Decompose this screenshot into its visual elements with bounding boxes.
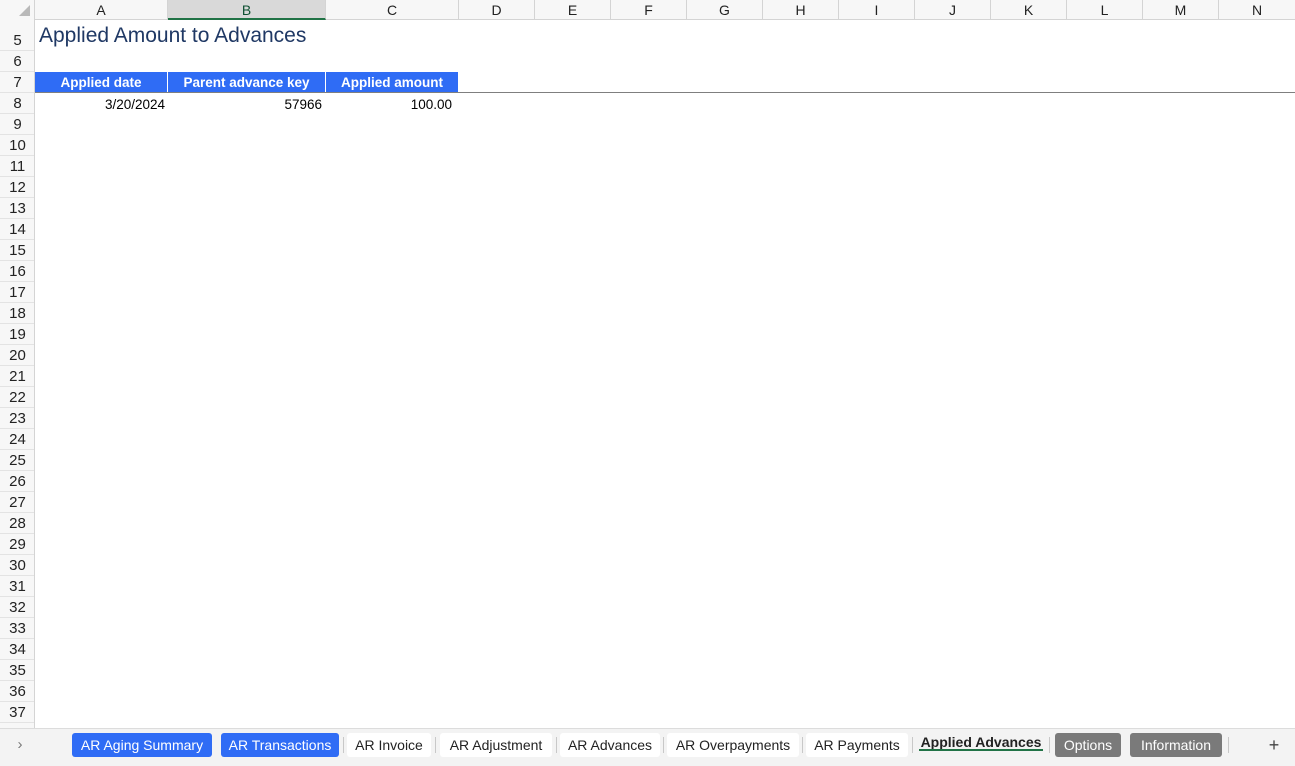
row-header[interactable]: 27: [0, 492, 34, 513]
tab-applied-advances[interactable]: Applied Advances: [917, 730, 1045, 754]
column-header-l[interactable]: L: [1067, 0, 1143, 20]
row-header[interactable]: 18: [0, 303, 34, 324]
column-header-k[interactable]: K: [991, 0, 1067, 20]
row-header[interactable]: 25: [0, 450, 34, 471]
row-header[interactable]: 26: [0, 471, 34, 492]
tab-ar-adjustment[interactable]: AR Adjustment: [440, 733, 552, 757]
column-header-a[interactable]: A: [35, 0, 168, 20]
row-header[interactable]: 35: [0, 660, 34, 681]
row-header[interactable]: 14: [0, 219, 34, 240]
tab-ar-invoice[interactable]: AR Invoice: [347, 733, 431, 757]
tab-options[interactable]: Options: [1055, 733, 1121, 757]
row-header[interactable]: 30: [0, 555, 34, 576]
row-header[interactable]: 15: [0, 240, 34, 261]
table-header-applied-date[interactable]: Applied date: [35, 72, 168, 93]
chevron-right-icon[interactable]: ›: [12, 735, 28, 755]
cell-applied-date[interactable]: 3/20/2024: [35, 94, 168, 115]
column-header-h[interactable]: H: [763, 0, 839, 20]
row-header[interactable]: 31: [0, 576, 34, 597]
tab-ar-overpayments[interactable]: AR Overpayments: [667, 733, 799, 757]
tab-ar-aging-summary[interactable]: AR Aging Summary: [72, 733, 212, 757]
row-header[interactable]: 16: [0, 261, 34, 282]
column-header-g[interactable]: G: [687, 0, 763, 20]
column-header-bar: A B C D E F G H I J K L M N: [0, 0, 1295, 20]
tab-applied-advances-label: Applied Advances: [920, 734, 1042, 750]
active-tab-underline: [919, 749, 1043, 751]
tab-separator: [343, 737, 344, 753]
tab-ar-advances[interactable]: AR Advances: [560, 733, 660, 757]
column-header-d[interactable]: D: [459, 0, 535, 20]
row-header[interactable]: 37: [0, 702, 34, 723]
row-header[interactable]: 24: [0, 429, 34, 450]
column-header-f[interactable]: F: [611, 0, 687, 20]
plus-icon[interactable]: +: [1264, 733, 1284, 757]
column-header-b[interactable]: B: [168, 0, 326, 20]
column-header-m[interactable]: M: [1143, 0, 1219, 20]
tab-separator: [556, 737, 557, 753]
tab-separator: [1049, 737, 1050, 753]
table-header-border: [35, 92, 1295, 93]
table-header-applied-amount[interactable]: Applied amount: [326, 72, 459, 93]
tab-separator: [1228, 737, 1229, 753]
row-header[interactable]: 7: [0, 72, 34, 93]
row-header-bar: 5 6 7 8 9 10 11 12 13 14 15 16 17 18 19 …: [0, 20, 35, 728]
tab-ar-transactions[interactable]: AR Transactions: [221, 733, 339, 757]
tab-separator: [435, 737, 436, 753]
worksheet-grid[interactable]: Applied Amount to Advances Applied date …: [35, 20, 1295, 728]
row-header[interactable]: 23: [0, 408, 34, 429]
row-header[interactable]: 33: [0, 618, 34, 639]
row-header[interactable]: 12: [0, 177, 34, 198]
row-header[interactable]: 22: [0, 387, 34, 408]
row-header[interactable]: 32: [0, 597, 34, 618]
row-header[interactable]: 19: [0, 324, 34, 345]
row-header[interactable]: 17: [0, 282, 34, 303]
cell-parent-advance-key[interactable]: 57966: [168, 94, 326, 115]
row-header[interactable]: 11: [0, 156, 34, 177]
select-all-corner-icon[interactable]: [0, 0, 35, 20]
row-header[interactable]: 10: [0, 135, 34, 156]
column-header-j[interactable]: J: [915, 0, 991, 20]
row-header[interactable]: 13: [0, 198, 34, 219]
column-header-n[interactable]: N: [1219, 0, 1295, 20]
tab-separator: [912, 737, 913, 753]
row-header[interactable]: 20: [0, 345, 34, 366]
table-header-parent-advance-key[interactable]: Parent advance key: [168, 72, 326, 93]
tab-separator: [802, 737, 803, 753]
sheet-tab-bar: › AR Aging Summary AR Transactions AR In…: [0, 728, 1295, 760]
tab-ar-payments[interactable]: AR Payments: [806, 733, 908, 757]
cell-applied-amount[interactable]: 100.00: [326, 94, 459, 115]
row-header[interactable]: 6: [0, 51, 34, 72]
status-bar: [0, 760, 1295, 766]
tab-separator: [663, 737, 664, 753]
row-header[interactable]: 29: [0, 534, 34, 555]
row-header[interactable]: 9: [0, 114, 34, 135]
row-header[interactable]: 8: [0, 93, 34, 114]
row-header[interactable]: 21: [0, 366, 34, 387]
column-header-e[interactable]: E: [535, 0, 611, 20]
column-header-i[interactable]: I: [839, 0, 915, 20]
row-header[interactable]: 28: [0, 513, 34, 534]
row-header[interactable]: 34: [0, 639, 34, 660]
sheet-title: Applied Amount to Advances: [39, 24, 307, 47]
row-header[interactable]: 36: [0, 681, 34, 702]
column-header-c[interactable]: C: [326, 0, 459, 20]
tab-information[interactable]: Information: [1130, 733, 1222, 757]
row-header[interactable]: 5: [0, 30, 34, 51]
